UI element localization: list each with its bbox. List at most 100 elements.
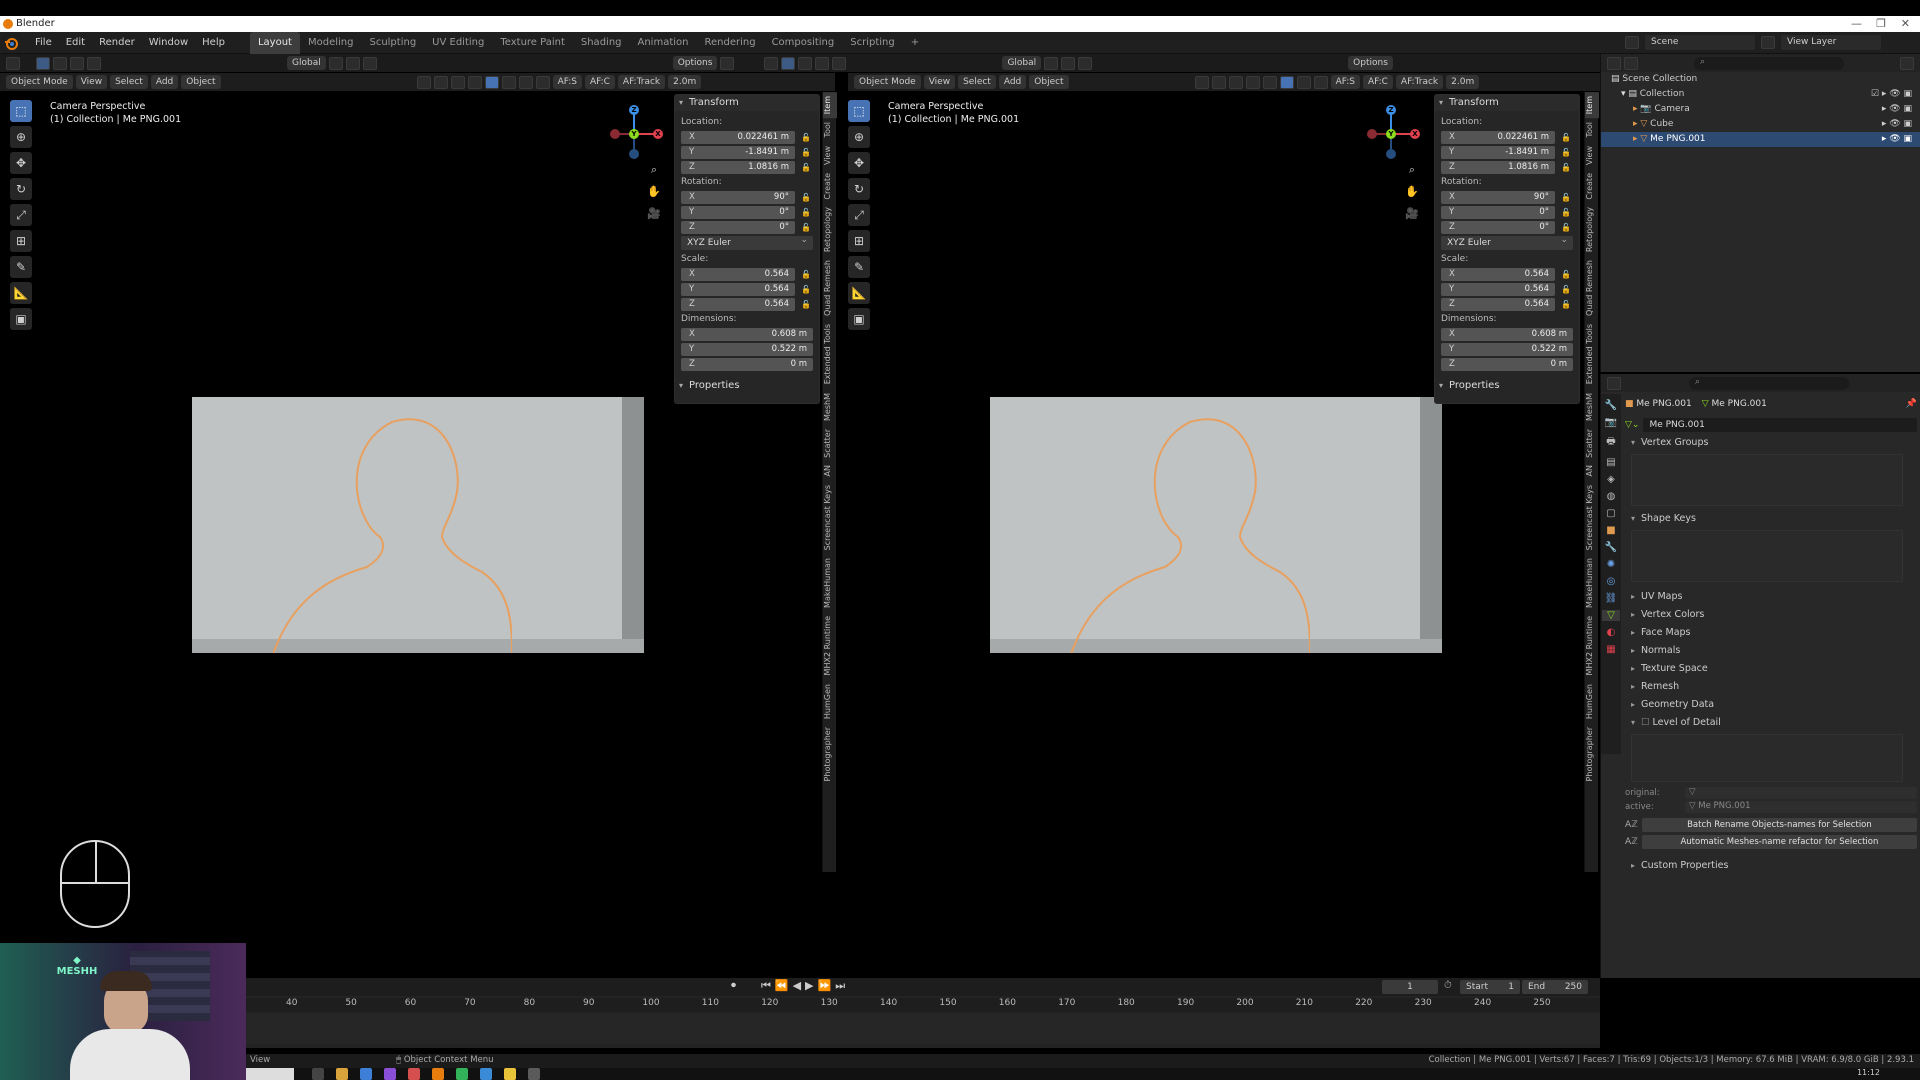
- neg-x-axis-icon[interactable]: [1367, 129, 1377, 139]
- lock-icon[interactable]: 🔓: [799, 300, 813, 309]
- menu-view-right[interactable]: View: [923, 75, 956, 89]
- taskbar-app-icon[interactable]: [432, 1068, 444, 1080]
- af-c-button-right[interactable]: AF:C: [1362, 75, 1393, 89]
- x-axis-icon[interactable]: X: [1410, 129, 1420, 139]
- collection-tab-icon[interactable]: ▢: [1606, 508, 1615, 519]
- maximize-icon[interactable]: ❐: [1876, 16, 1886, 32]
- lock-icon[interactable]: 🔓: [1559, 163, 1573, 172]
- tab-scripting[interactable]: Scripting: [842, 32, 902, 54]
- location-y-field[interactable]: Y -1.8491 m: [681, 145, 795, 159]
- neg-x-axis-icon[interactable]: [610, 129, 620, 139]
- output-tab-icon[interactable]: 🖶: [1606, 434, 1615, 451]
- texture-tab-icon[interactable]: ▦: [1606, 644, 1615, 655]
- outliner-item-cube[interactable]: ▸ ▽ Cube ▸ 👁 ▣: [1601, 117, 1920, 132]
- tab-retopology-right[interactable]: Retopology: [1585, 203, 1599, 256]
- tab-view-right[interactable]: View: [1585, 142, 1599, 169]
- rotation-mode-dropdown[interactable]: XYZ Euler: [1441, 233, 1573, 250]
- taskbar-app-icon[interactable]: [480, 1068, 492, 1080]
- lock-icon[interactable]: 🔓: [1559, 270, 1573, 279]
- tab-view-left[interactable]: View: [823, 142, 837, 169]
- mode-new-icon-right[interactable]: [781, 56, 796, 70]
- outliner-item-camera[interactable]: ▸ 📷 Camera ▸ 👁 ▣: [1601, 102, 1920, 117]
- scale-z-field[interactable]: Z 0.564: [1441, 297, 1555, 311]
- object-mode-dropdown-left[interactable]: Object Mode: [6, 75, 73, 89]
- rotate-tool-icon[interactable]: ↻: [10, 178, 32, 200]
- physics-tab-icon[interactable]: ◎: [1607, 576, 1616, 587]
- transform-tool-icon[interactable]: ⊞: [848, 230, 870, 252]
- lock-icon[interactable]: 🔓: [1559, 285, 1573, 294]
- section-uv-maps[interactable]: UV Maps: [1625, 588, 1917, 606]
- section-geometry-data[interactable]: Geometry Data: [1625, 696, 1917, 714]
- playback-controls[interactable]: ⏮⏪◀▶⏩⏭: [761, 979, 849, 993]
- outliner-search-input[interactable]: ⌕: [1694, 56, 1844, 70]
- proportional-icon-right[interactable]: [1078, 56, 1093, 70]
- transform-header-right[interactable]: Transform: [1435, 95, 1579, 111]
- select-tool-icon[interactable]: ⬚: [10, 100, 32, 122]
- taskbar-search[interactable]: [246, 1068, 294, 1080]
- rotate-tool-icon[interactable]: ↻: [848, 178, 870, 200]
- tab-screencast-keys-right[interactable]: Screencast Keys: [1585, 481, 1599, 554]
- rotation-y-field[interactable]: Y 0°: [1441, 205, 1555, 219]
- timeline-track[interactable]: [246, 1014, 1600, 1044]
- pivot-icon[interactable]: [328, 56, 343, 70]
- lock-icon[interactable]: 🔓: [1559, 133, 1573, 142]
- material-tab-icon[interactable]: ◐: [1607, 627, 1616, 638]
- overlay-toggle-icon-right[interactable]: [1228, 75, 1243, 89]
- section-remesh[interactable]: Remesh: [1625, 678, 1917, 696]
- shading-material-icon-right[interactable]: [1296, 75, 1311, 89]
- start-frame-field[interactable]: Start 1: [1460, 980, 1520, 994]
- proportional-icon[interactable]: [362, 56, 377, 70]
- tab-texture-paint[interactable]: Texture Paint: [492, 32, 573, 54]
- tab-photographer-right[interactable]: Photographer: [1585, 723, 1599, 785]
- tab-an-left[interactable]: AN: [823, 461, 837, 480]
- menu-help[interactable]: Help: [195, 32, 232, 54]
- menu-view-left[interactable]: View: [75, 75, 108, 89]
- shading-solid-icon-right[interactable]: [1279, 75, 1294, 89]
- menu-window[interactable]: Window: [142, 32, 195, 54]
- tab-mhx2-runtime-left[interactable]: MHX2 Runtime: [823, 612, 837, 679]
- move-tool-icon[interactable]: ✥: [848, 152, 870, 174]
- lod-original-field[interactable]: ▽: [1685, 787, 1917, 799]
- location-z-field[interactable]: Z 1.0816 m: [681, 160, 795, 174]
- cursor-tool-icon[interactable]: ⊕: [10, 126, 32, 148]
- measure-tool-icon[interactable]: 📐: [848, 282, 870, 304]
- rotation-y-field[interactable]: Y 0°: [681, 205, 795, 219]
- shading-wire-icon-right[interactable]: [1262, 75, 1277, 89]
- lock-icon[interactable]: 🔓: [1559, 300, 1573, 309]
- tab-makehuman-left[interactable]: MakeHuman: [823, 554, 837, 612]
- tab-compositing[interactable]: Compositing: [764, 32, 843, 54]
- scale-y-field[interactable]: Y 0.564: [681, 282, 795, 296]
- add-workspace-button[interactable]: +: [903, 32, 927, 54]
- tool-tab-icon[interactable]: 🔧: [1605, 400, 1617, 411]
- scene-icon[interactable]: [1625, 36, 1639, 49]
- section-face-maps[interactable]: Face Maps: [1625, 624, 1917, 642]
- vertex-groups-list[interactable]: [1631, 454, 1903, 506]
- location-y-field[interactable]: Y -1.8491 m: [1441, 145, 1555, 159]
- mirror-icon[interactable]: [720, 56, 735, 70]
- menu-file[interactable]: File: [28, 32, 59, 54]
- render-tab-icon[interactable]: 📷: [1605, 417, 1617, 428]
- cursor-tool-icon[interactable]: ⊕: [848, 126, 870, 148]
- y-axis-icon[interactable]: Y: [629, 129, 639, 139]
- taskbar-app-icon[interactable]: [312, 1068, 324, 1080]
- tab-modeling[interactable]: Modeling: [300, 32, 362, 54]
- viewport-left[interactable]: Camera Perspective (1) Collection | Me P…: [0, 92, 822, 977]
- annotate-tool-icon[interactable]: ✎: [848, 256, 870, 278]
- neg-z-axis-icon[interactable]: [1386, 149, 1396, 159]
- tab-retopology-left[interactable]: Retopology: [823, 203, 837, 256]
- tab-tool-right[interactable]: Tool: [1585, 118, 1599, 142]
- tab-scatter-left[interactable]: Scatter: [823, 425, 837, 462]
- menu-add-left[interactable]: Add: [150, 75, 179, 89]
- snap-icon-right[interactable]: [1061, 56, 1076, 70]
- af-s-button-right[interactable]: AF:S: [1330, 75, 1360, 89]
- lock-icon[interactable]: 🔓: [1559, 208, 1573, 217]
- editor-type-icon[interactable]: [1607, 376, 1621, 390]
- shading-wire-icon[interactable]: [484, 75, 499, 89]
- af-s-button-left[interactable]: AF:S: [552, 75, 582, 89]
- end-frame-field[interactable]: End 250: [1522, 980, 1588, 994]
- lock-icon[interactable]: 🔓: [799, 208, 813, 217]
- section-custom-properties[interactable]: Custom Properties: [1625, 857, 1917, 875]
- transform-orientation-left[interactable]: Global: [287, 56, 326, 70]
- mode-intersect-icon-right[interactable]: [832, 56, 847, 70]
- view-layer-icon[interactable]: [1761, 36, 1775, 49]
